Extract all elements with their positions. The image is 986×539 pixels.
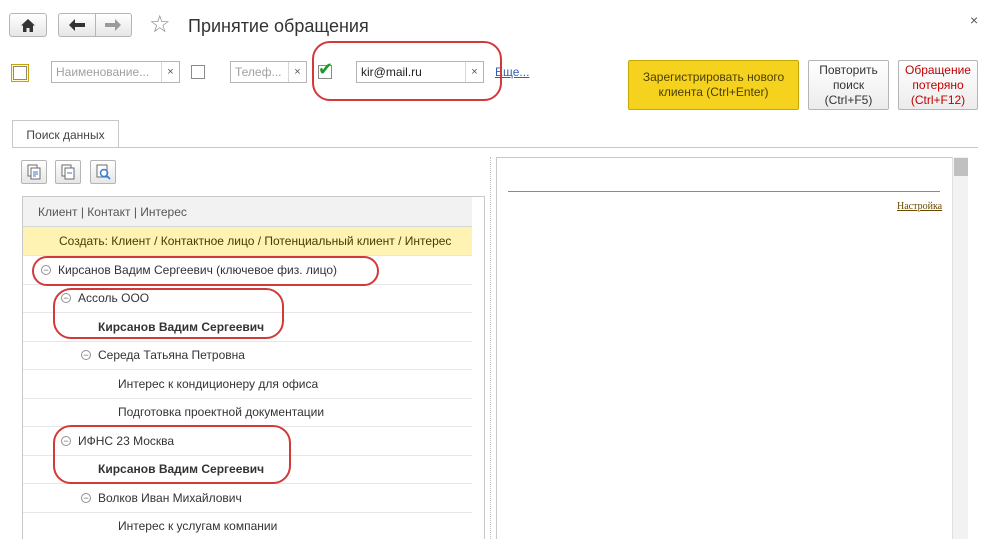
star-icon[interactable]: ☆	[149, 12, 171, 38]
tree-row-label: Кирсанов Вадим Сергеевич	[98, 319, 265, 334]
magnifier-icon	[96, 164, 111, 180]
name-search-input[interactable]: Наименование...	[52, 65, 161, 79]
collapse-toggle-icon[interactable]: −	[61, 293, 71, 303]
clear-phone-icon[interactable]: ×	[288, 62, 306, 82]
name-search-field[interactable]: Наименование... ×	[51, 61, 180, 83]
preview-scrollbar[interactable]	[952, 157, 968, 539]
email-search-input[interactable]: kir@mail.ru	[357, 65, 465, 79]
tab-data-search[interactable]: Поиск данных	[12, 120, 119, 148]
tree-row-label: Середа Татьяна Петровна	[98, 348, 245, 362]
register-new-client-button[interactable]: Зарегистрировать нового клиента (Ctrl+En…	[628, 60, 799, 110]
tree-row-label: Волков Иван Михайлович	[98, 490, 242, 505]
tree-row[interactable]: Кирсанов Вадим Сергеевич	[23, 455, 472, 484]
tree-row[interactable]: Интерес к кондиционеру для офиса	[23, 370, 472, 399]
request-lost-button[interactable]: Обращение потеряно (Ctrl+F12)	[898, 60, 978, 110]
tree-expand-icon	[27, 164, 41, 180]
collapse-toggle-icon[interactable]: −	[61, 435, 71, 446]
more-link[interactable]: Еще...	[495, 65, 529, 79]
tree-row[interactable]: − Кирсанов Вадим Сергеевич (ключевое физ.…	[23, 256, 472, 285]
collapse-toggle-icon[interactable]: −	[81, 492, 91, 503]
clear-email-icon[interactable]: ×	[465, 62, 483, 82]
tree-row[interactable]: Кирсанов Вадим Сергеевич	[23, 313, 472, 342]
phone-search-field[interactable]: Телеф... ×	[230, 61, 307, 83]
home-icon	[21, 18, 35, 32]
tree-row-label: Ассоль ООО	[78, 291, 150, 305]
tree-row[interactable]: − Ассоль ООО	[23, 284, 472, 313]
collapse-toggle-icon[interactable]: −	[41, 264, 51, 275]
home-button[interactable]	[9, 13, 47, 37]
preview-panel	[496, 157, 968, 539]
forward-button[interactable]	[96, 14, 132, 36]
tree-row-label: Кирсанов Вадим Сергеевич (ключевое физ. …	[58, 262, 337, 277]
tree-row-label: Создать: Клиент / Контактное лицо / Поте…	[59, 234, 452, 248]
tree-row-label: Подготовка проектной документации	[118, 405, 325, 419]
tree-row-label: Интерес к кондиционеру для офиса	[118, 376, 319, 391]
preview-scroll-thumb[interactable]	[954, 158, 968, 176]
page-title: Принятие обращения	[188, 16, 369, 36]
tree-row[interactable]: − ИФНС 23 Москва	[23, 427, 472, 456]
settings-link[interactable]: Настройка	[897, 201, 942, 212]
tree-column-header[interactable]: Клиент | Контакт | Интерес	[23, 197, 472, 227]
phone-search-input[interactable]: Телеф...	[231, 65, 288, 79]
close-icon[interactable]: ×	[970, 12, 978, 28]
tree-row-label: ИФНС 23 Москва	[78, 433, 175, 448]
client-tree: Клиент | Контакт | Интерес Создать: Клие…	[22, 196, 485, 539]
panel-splitter[interactable]	[490, 157, 491, 539]
repeat-search-button[interactable]: Повторить поиск (Ctrl+F5)	[808, 60, 889, 110]
back-button[interactable]	[59, 14, 96, 36]
arrow-left-icon	[68, 19, 85, 31]
history-nav	[58, 13, 132, 37]
tab-divider	[12, 147, 978, 148]
tree-row[interactable]: Подготовка проектной документации	[23, 398, 472, 427]
preview-rule	[508, 191, 940, 192]
tree-row-label: Интерес к услугам компании	[118, 519, 278, 533]
create-row[interactable]: Создать: Клиент / Контактное лицо / Поте…	[23, 227, 472, 256]
clear-name-icon[interactable]: ×	[161, 62, 179, 82]
tree-collapse-icon	[61, 164, 75, 180]
tree-row[interactable]: Интерес к услугам компании	[23, 512, 472, 539]
email-search-field[interactable]: kir@mail.ru ×	[356, 61, 484, 83]
collapse-toggle-icon[interactable]: −	[81, 350, 91, 360]
expand-all-button[interactable]	[21, 160, 47, 184]
select-all-checkbox[interactable]	[11, 64, 29, 82]
tree-row-label: Кирсанов Вадим Сергеевич	[98, 462, 265, 476]
arrow-right-icon	[105, 19, 122, 31]
find-button[interactable]	[90, 160, 116, 184]
tree-row[interactable]: − Середа Татьяна Петровна	[23, 341, 472, 370]
checkmark-icon: ✔	[318, 59, 334, 79]
phone-filter-checkbox[interactable]	[191, 65, 205, 79]
collapse-all-button[interactable]	[55, 160, 81, 184]
tree-row[interactable]: − Волков Иван Михайлович	[23, 484, 472, 513]
